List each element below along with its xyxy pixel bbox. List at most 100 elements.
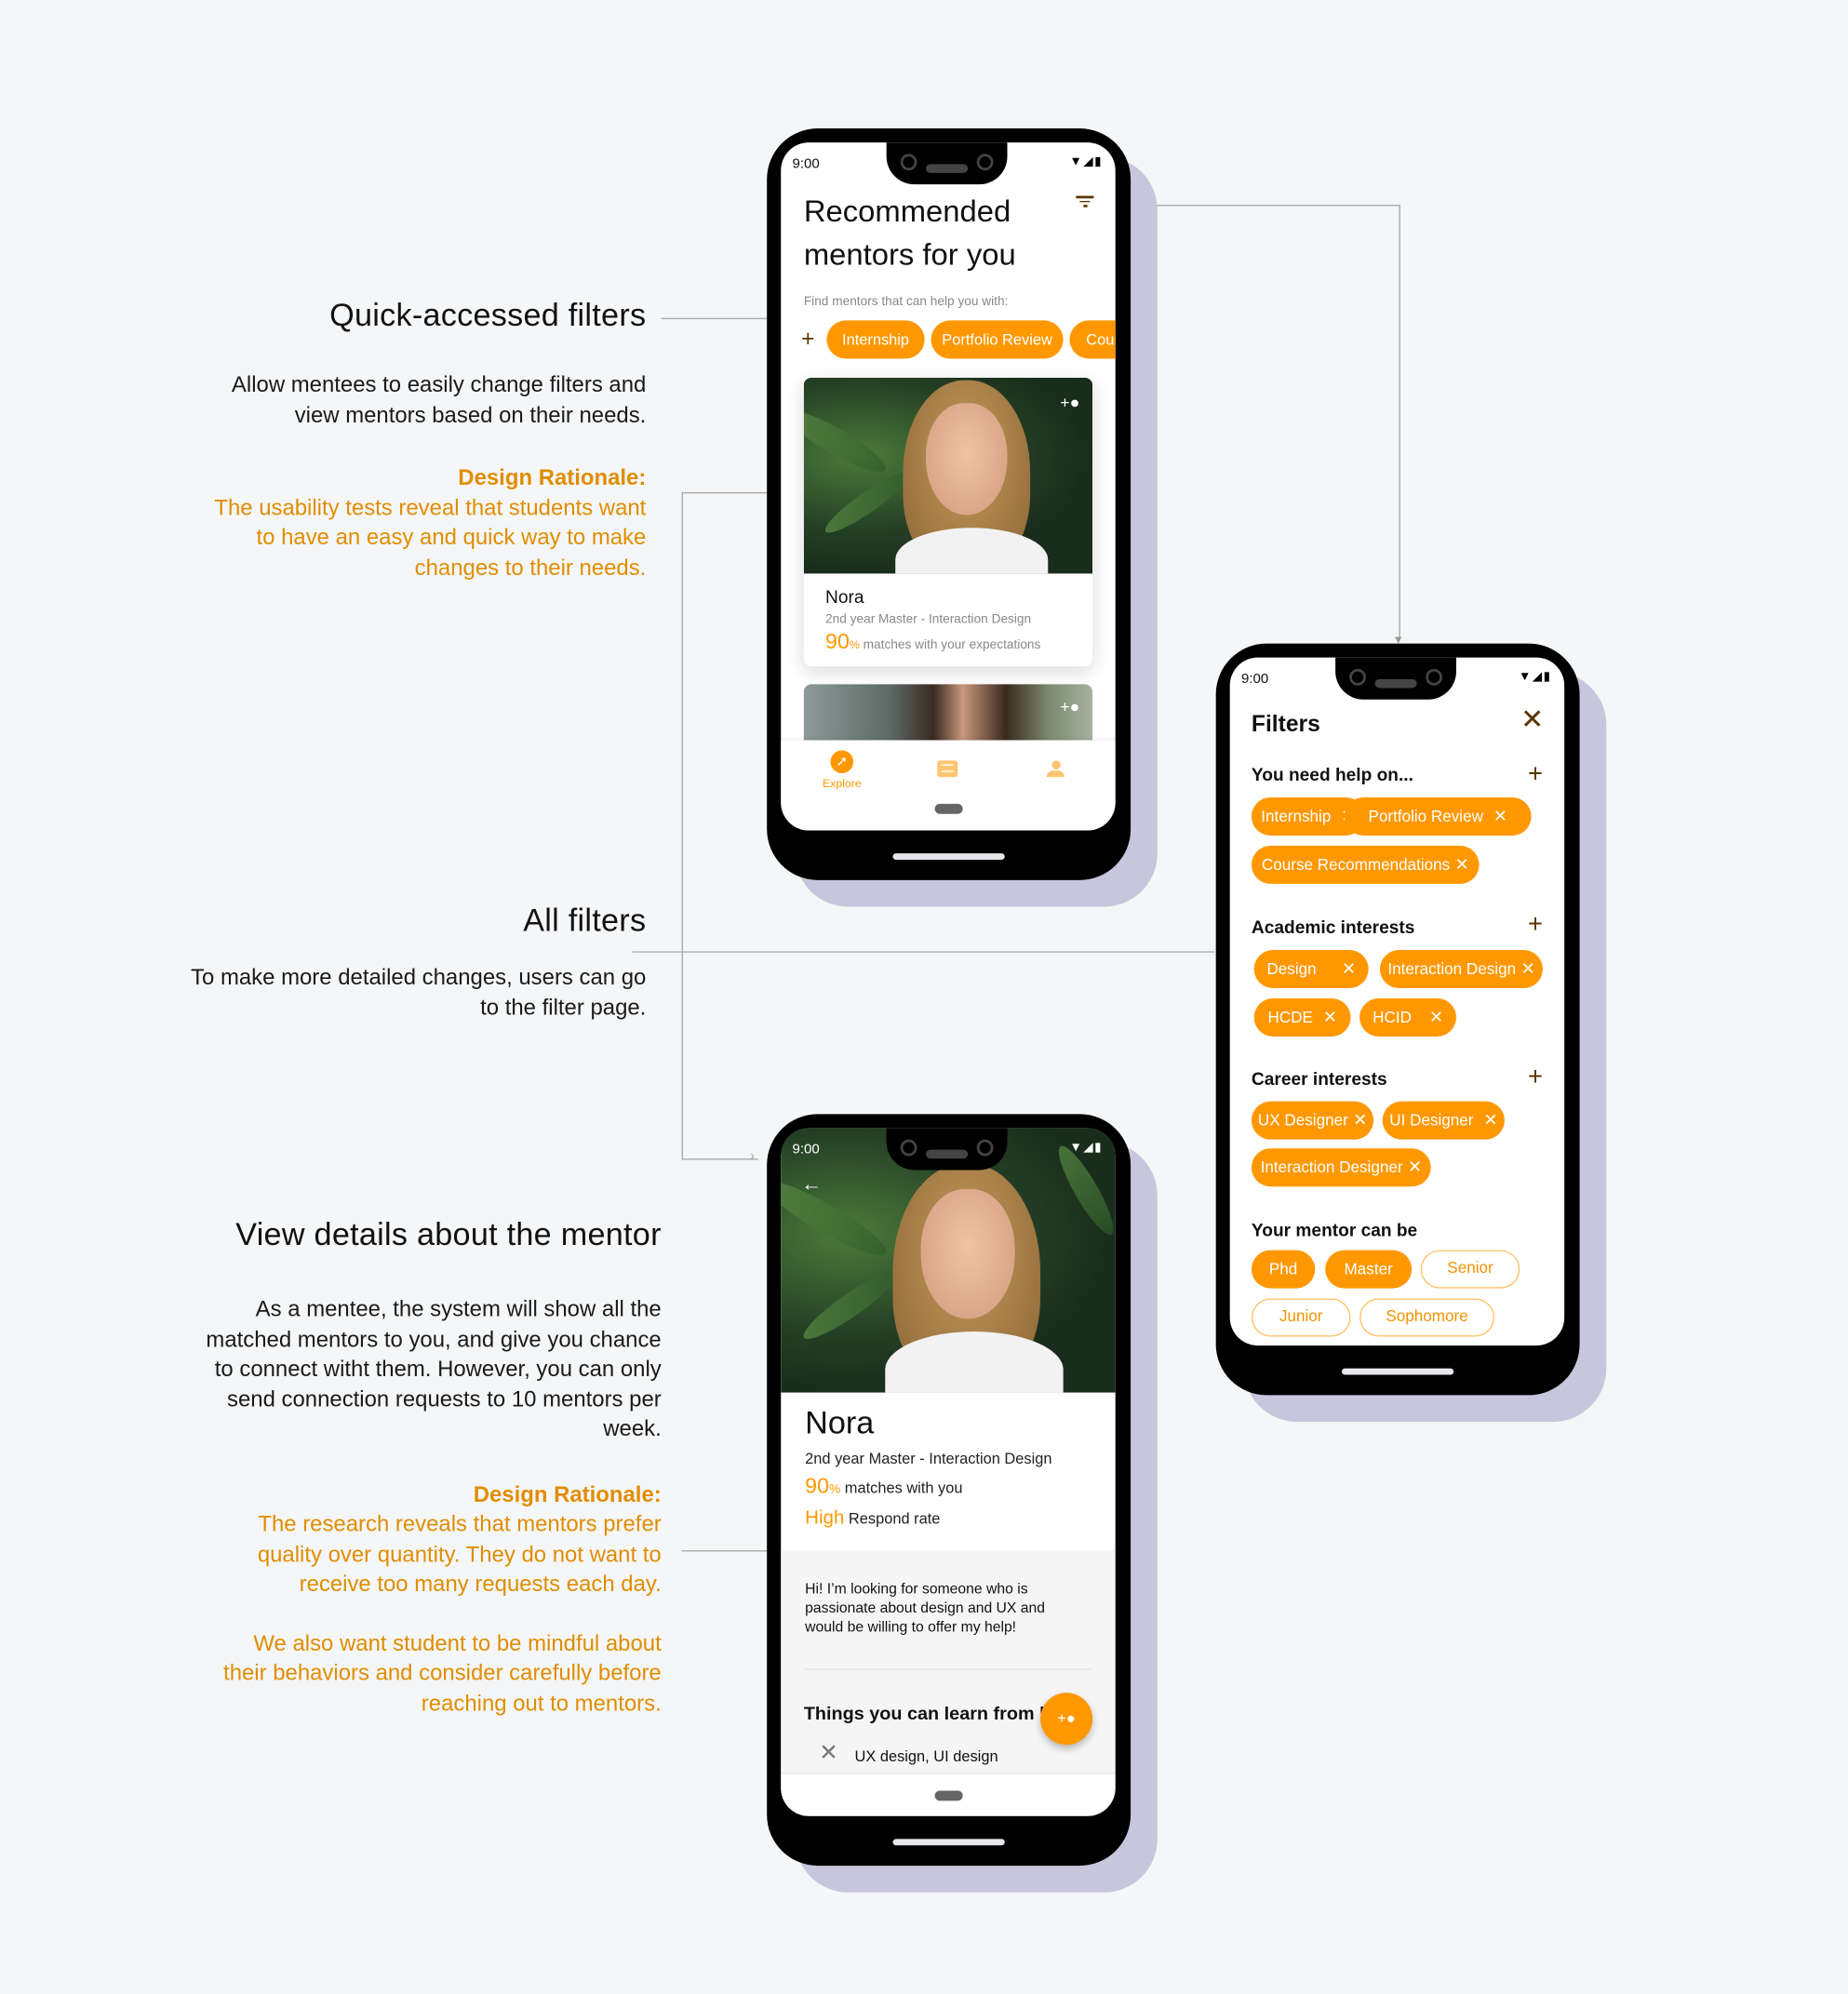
notch bbox=[1335, 657, 1456, 700]
filter-chip[interactable]: UI Designer ✕ bbox=[1382, 1101, 1505, 1140]
remove-icon[interactable]: ✕ bbox=[1342, 959, 1356, 979]
notch bbox=[886, 142, 1008, 185]
phone-filters: 9:00 ▼◢▮ Filters ✕ You need help on... +… bbox=[1215, 643, 1580, 1396]
connector-line bbox=[632, 951, 1215, 953]
annotation-text: view mentors based on their needs. bbox=[294, 401, 647, 427]
filter-chip[interactable]: Design ✕ bbox=[1253, 949, 1369, 989]
filter-chip[interactable]: UX Designer ✕ bbox=[1251, 1101, 1374, 1140]
filters-screen: 9:00 ▼◢▮ Filters ✕ You need help on... +… bbox=[1229, 657, 1565, 1346]
rationale-text: their behaviors and consider carefully b… bbox=[223, 1659, 662, 1686]
filter-chip[interactable]: HCID ✕ bbox=[1359, 997, 1456, 1037]
arrow-right-icon: › bbox=[750, 1149, 755, 1164]
nav-label: Explore bbox=[822, 777, 862, 790]
annotation-text: week. bbox=[603, 1415, 662, 1441]
add-filter-icon[interactable]: + bbox=[801, 326, 814, 353]
mentor-level-option[interactable]: Master bbox=[1325, 1250, 1413, 1289]
mentor-level-option[interactable]: Sophomore bbox=[1359, 1298, 1494, 1337]
add-icon[interactable]: + bbox=[1528, 762, 1543, 787]
quick-filter-chip[interactable]: Portfolio Review bbox=[931, 320, 1064, 359]
remove-icon[interactable]: ✕ bbox=[1455, 854, 1469, 874]
chat-icon bbox=[941, 764, 955, 772]
annotation-title: View details about the mentor bbox=[235, 1217, 662, 1253]
remove-icon[interactable]: ✕ bbox=[1521, 959, 1535, 979]
home-indicator bbox=[1341, 1368, 1454, 1375]
learn-title: Things you can learn from h bbox=[803, 1704, 1051, 1725]
mentor-level-option[interactable]: Senior bbox=[1420, 1250, 1520, 1289]
annotation-text: As a mentee, the system will show all th… bbox=[255, 1295, 662, 1322]
filter-chip[interactable]: HCDE ✕ bbox=[1253, 997, 1351, 1037]
rationale-text: receive too many requests each day. bbox=[299, 1570, 662, 1597]
section-title: Academic interests bbox=[1251, 917, 1415, 938]
compass-icon: ➚ bbox=[830, 750, 854, 774]
rationale-text: The research reveals that mentors prefer bbox=[258, 1510, 662, 1537]
remove-icon[interactable]: ✕ bbox=[1429, 1008, 1443, 1027]
rationale-label: Design Rationale: bbox=[473, 1480, 662, 1506]
filters-title: Filters bbox=[1251, 711, 1320, 737]
add-person-icon: +● bbox=[1057, 1708, 1076, 1728]
quick-filter-chip[interactable]: Internship bbox=[826, 320, 925, 359]
subtitle: Find mentors that can help you with: bbox=[803, 295, 1009, 310]
rationale-text: quality over quantity. They do not want … bbox=[257, 1540, 662, 1567]
section-title: You need help on... bbox=[1251, 764, 1413, 785]
remove-icon[interactable]: ✕ bbox=[1483, 1110, 1497, 1130]
home-indicator bbox=[892, 853, 1005, 860]
mentor-level-option[interactable]: Phd bbox=[1251, 1250, 1316, 1289]
remove-icon[interactable]: ✕ bbox=[1353, 1110, 1367, 1130]
rationale-text: We also want student to be mindful about bbox=[253, 1629, 662, 1655]
section-title: Your mentor can be bbox=[1251, 1219, 1418, 1240]
filter-chip[interactable]: Portfolio Review ✕ bbox=[1344, 796, 1532, 836]
add-icon[interactable]: + bbox=[1528, 912, 1543, 937]
annotation-text: matched mentors to you, and give you cha… bbox=[206, 1325, 662, 1352]
mentor-program: 2nd year Master - Interaction Design bbox=[805, 1450, 1052, 1468]
mentor-level-option[interactable]: Junior bbox=[1251, 1298, 1351, 1337]
bottom-nav: ➚ Explore bbox=[781, 740, 1116, 831]
filter-chip[interactable]: Interaction Design ✕ bbox=[1379, 949, 1543, 989]
rationale-text: reaching out to mentors. bbox=[421, 1689, 662, 1716]
mentor-match: 90% matches with you bbox=[805, 1474, 963, 1499]
rationale-text: changes to their needs. bbox=[414, 554, 647, 580]
annotation-text: Allow mentees to easily change filters a… bbox=[231, 371, 647, 397]
nav-explore[interactable]: ➚ Explore bbox=[816, 750, 867, 790]
remove-icon[interactable]: ✕ bbox=[1408, 1158, 1422, 1177]
annotation-text: to connect witht them. However, you can … bbox=[214, 1356, 662, 1382]
mentor-program: 2nd year Master - Interaction Design bbox=[825, 612, 1032, 627]
annotation-all-filters: All filters To make more detailed change… bbox=[138, 903, 647, 1022]
mentor-match: 90% matches with your expectations bbox=[825, 629, 1041, 654]
gesture-pill bbox=[934, 803, 963, 814]
home-indicator bbox=[892, 1839, 1005, 1846]
mentor-photo: +● bbox=[803, 377, 1093, 574]
status-icons: ▼◢▮ bbox=[1518, 670, 1552, 685]
home-screen: 9:00 ▼◢▮ Recommended mentors for you Fin… bbox=[781, 142, 1116, 831]
add-icon[interactable]: + bbox=[1528, 1064, 1543, 1090]
add-person-icon[interactable]: +● bbox=[1060, 393, 1079, 412]
status-time: 9:00 bbox=[792, 156, 820, 172]
status-icons: ▼◢▮ bbox=[1069, 154, 1104, 169]
add-person-icon[interactable]: +● bbox=[1060, 697, 1079, 716]
close-icon[interactable]: ✕ bbox=[1520, 703, 1544, 737]
nav-messages[interactable] bbox=[937, 760, 958, 778]
mentor-card[interactable]: +● Nora 2nd year Master - Interaction De… bbox=[803, 377, 1093, 667]
mentor-name: Nora bbox=[825, 586, 864, 607]
remove-icon[interactable]: ✕ bbox=[1493, 807, 1507, 826]
bottom-bar bbox=[781, 1773, 1116, 1816]
nav-profile[interactable] bbox=[1046, 760, 1065, 781]
rationale-text: The usability tests reveal that students… bbox=[214, 494, 647, 520]
rationale-label: Design Rationale: bbox=[458, 463, 647, 490]
filter-chip[interactable]: Interaction Designer ✕ bbox=[1251, 1148, 1431, 1187]
notch bbox=[886, 1128, 1008, 1171]
filter-icon[interactable] bbox=[1076, 195, 1094, 207]
quick-filter-chip[interactable]: Cour bbox=[1069, 320, 1116, 359]
filter-chip[interactable]: Course Recommendations ✕ bbox=[1251, 845, 1480, 884]
status-icons: ▼◢▮ bbox=[1069, 1141, 1104, 1156]
remove-icon[interactable]: ✕ bbox=[1323, 1008, 1337, 1027]
connect-fab[interactable]: +● bbox=[1040, 1693, 1093, 1746]
phone-detail: 9:00 ▼◢▮ ← Nora 2nd year Master - Intera… bbox=[767, 1114, 1132, 1867]
divider bbox=[803, 1668, 1093, 1670]
annotation-quick-filters: Quick-accessed filters Allow mentees to … bbox=[138, 298, 647, 582]
mentor-bio: Hi! I’m looking for someone who is passi… bbox=[805, 1582, 1045, 1636]
back-arrow-icon[interactable]: ← bbox=[801, 1174, 822, 1198]
section-title: Career interests bbox=[1251, 1068, 1387, 1089]
connector-line bbox=[681, 491, 683, 1160]
status-time: 9:00 bbox=[1240, 671, 1269, 688]
status-time: 9:00 bbox=[792, 1142, 820, 1158]
